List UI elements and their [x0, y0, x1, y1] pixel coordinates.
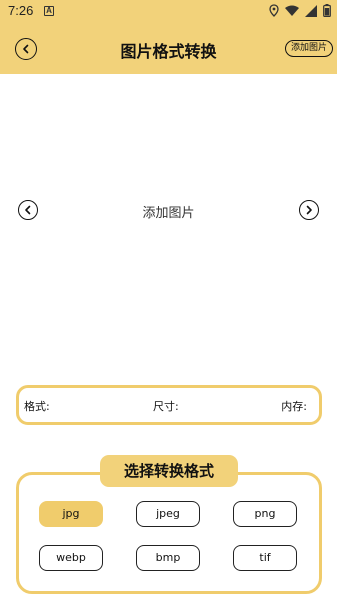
- format-selection-panel: jpg jpeg png webp bmp tif: [16, 472, 322, 594]
- signal-icon: [305, 4, 317, 17]
- battery-icon: [323, 4, 331, 17]
- app-header: 7:26 A 图片格式转换 添加图片: [0, 0, 337, 74]
- add-image-button[interactable]: 添加图片: [284, 40, 333, 57]
- format-section-title: 选择转换格式: [100, 455, 238, 487]
- add-image-hint[interactable]: 添加图片: [0, 202, 337, 221]
- chevron-right-icon: [306, 205, 312, 215]
- status-time: 7:26: [8, 3, 34, 18]
- status-bar: 7:26 A: [0, 0, 337, 24]
- notification-icon: A: [44, 6, 54, 16]
- image-preview-area[interactable]: 添加图片: [0, 74, 337, 380]
- wifi-icon: [285, 5, 299, 16]
- size-label: 尺寸:: [153, 400, 179, 413]
- format-option-png[interactable]: png: [233, 501, 297, 527]
- format-label: 格式:: [24, 400, 50, 413]
- format-option-bmp[interactable]: bmp: [136, 545, 200, 571]
- format-option-webp[interactable]: webp: [39, 545, 103, 571]
- memory-label: 内存:: [281, 400, 307, 413]
- nav-bar: 图片格式转换 添加图片: [0, 24, 337, 74]
- format-option-tif[interactable]: tif: [233, 545, 297, 571]
- format-option-jpg[interactable]: jpg: [39, 501, 103, 527]
- status-icons: [269, 4, 331, 17]
- image-info-bar: 格式: 尺寸: 内存:: [16, 385, 322, 425]
- location-icon: [269, 4, 279, 17]
- format-option-jpeg[interactable]: jpeg: [136, 501, 200, 527]
- next-image-button[interactable]: [299, 200, 319, 220]
